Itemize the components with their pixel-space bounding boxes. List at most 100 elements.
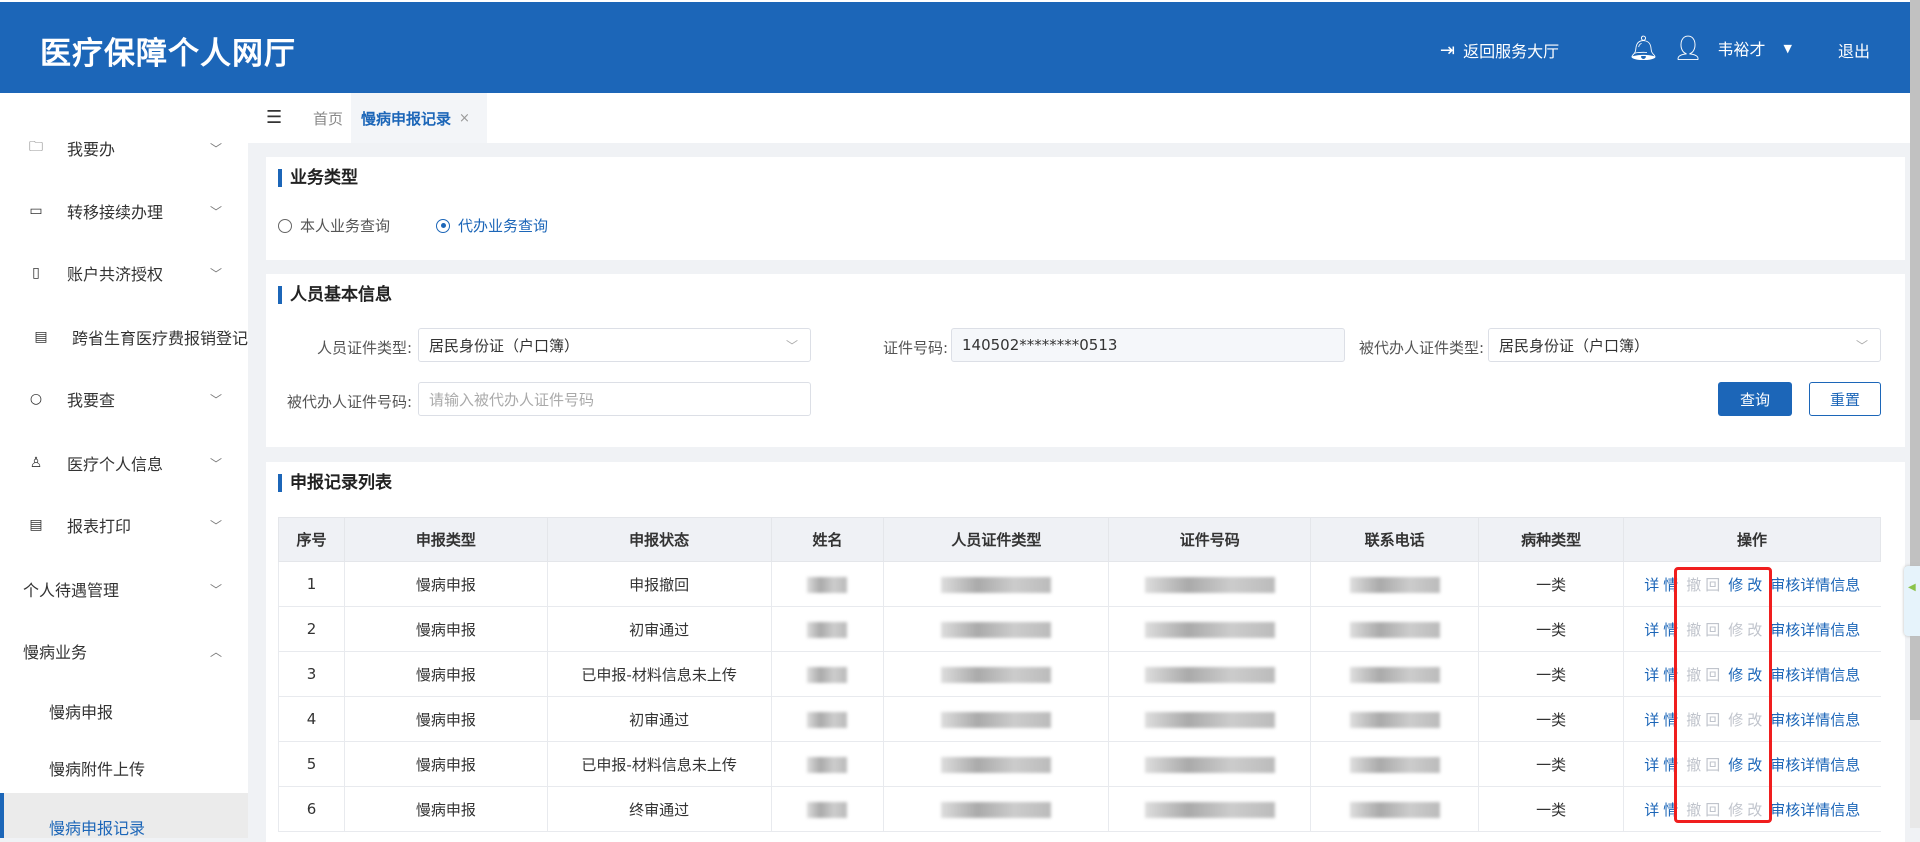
- withdraw-link[interactable]: 撤回: [1686, 621, 1724, 639]
- table-cell: [883, 696, 1109, 742]
- back-to-hall-link[interactable]: ⇥ 返回服务大厅: [1440, 38, 1559, 62]
- cert-type-select[interactable]: 居民身份证（户口簿） ﹀: [418, 328, 811, 362]
- detail-link[interactable]: 详情: [1644, 711, 1682, 729]
- table-cell: 4: [278, 696, 345, 742]
- redacted-value: [1349, 666, 1440, 683]
- sidebar-item-transfer[interactable]: ▭ 转移接续办理 ﹀: [0, 186, 248, 236]
- redacted-value: [941, 756, 1052, 773]
- detail-link[interactable]: 详情: [1644, 801, 1682, 819]
- sidebar-item-query[interactable]: ○ 我要查 ﹀: [0, 374, 248, 424]
- detail-link[interactable]: 详情: [1644, 666, 1682, 684]
- redacted-value: [1349, 801, 1440, 818]
- chevron-down-icon: ﹀: [210, 456, 223, 471]
- sidebar-item-todo[interactable]: 🗀 我要办 ﹀: [0, 123, 248, 173]
- edit-link[interactable]: 修改: [1728, 666, 1766, 684]
- table-cell: [883, 786, 1109, 832]
- edit-link[interactable]: 修改: [1728, 711, 1766, 729]
- close-icon[interactable]: ×: [459, 111, 470, 126]
- sidebar-item-report-print[interactable]: ▤ 报表打印 ﹀: [0, 500, 248, 550]
- table-row: 6 慢病申报 终审通过 一类 详情 撤回 修改 审核详情信息: [278, 786, 1881, 832]
- table-row: 1 慢病申报 申报撤回 一类 详情 撤回 修改 审核详情信息: [278, 561, 1881, 607]
- sidebar-label: 我要办: [67, 140, 116, 159]
- folder-check-icon: 🗀: [29, 139, 43, 155]
- withdraw-link[interactable]: 撤回: [1686, 756, 1724, 774]
- table-cell: [1108, 651, 1311, 697]
- sidebar-label: 我要查: [67, 391, 116, 410]
- select-value: 居民身份证（户口簿）: [429, 336, 580, 355]
- table-cell: 详情 撤回 修改 审核详情信息: [1623, 786, 1881, 832]
- apply-status: 已申报-材料信息未上传: [581, 665, 737, 684]
- redacted-value: [807, 621, 848, 638]
- tab-label: 慢病申报记录: [361, 109, 452, 128]
- logout-button[interactable]: 退出: [1838, 38, 1870, 62]
- audit-detail-link[interactable]: 审核详情信息: [1770, 801, 1860, 819]
- table-cell: [1310, 741, 1479, 787]
- detail-link[interactable]: 详情: [1644, 621, 1682, 639]
- app-title: 医疗保障个人网厅: [40, 36, 296, 72]
- radio-unchecked[interactable]: [278, 218, 292, 233]
- radio-self-query[interactable]: 本人业务查询: [278, 215, 390, 236]
- sidebar-item-chronic[interactable]: 慢病业务 ︿: [0, 626, 248, 676]
- table-cell: 初审通过: [546, 606, 772, 652]
- audit-detail-link[interactable]: 审核详情信息: [1770, 621, 1860, 639]
- agent-cert-type-select[interactable]: 居民身份证（户口簿） ﹀: [1488, 328, 1881, 362]
- side-float-tab[interactable]: ◀: [1904, 566, 1920, 636]
- sidebar-item-chronic-records[interactable]: 慢病申报记录: [0, 793, 248, 838]
- table-cell: [1310, 561, 1479, 607]
- redacted-value: [1144, 576, 1275, 593]
- sidebar-item-personal-info[interactable]: ♙ 医疗个人信息 ﹀: [0, 438, 248, 488]
- section-title: 人员基本信息: [278, 286, 392, 304]
- tab-chronic-records[interactable]: 慢病申报记录 ×: [351, 93, 487, 143]
- sidebar-label: 账户共济授权: [67, 265, 164, 284]
- edit-link[interactable]: 修改: [1728, 756, 1766, 774]
- withdraw-link[interactable]: 撤回: [1686, 666, 1724, 684]
- apply-status: 初审通过: [629, 620, 690, 639]
- audit-detail-link[interactable]: 审核详情信息: [1770, 666, 1860, 684]
- disease-type: 一类: [1536, 710, 1567, 729]
- radio-label: 代办业务查询: [458, 217, 549, 235]
- detail-link[interactable]: 详情: [1644, 576, 1682, 594]
- sidebar-label: 慢病申报记录: [49, 819, 146, 838]
- edit-link[interactable]: 修改: [1728, 576, 1766, 594]
- edit-link[interactable]: 修改: [1728, 801, 1766, 819]
- withdraw-link[interactable]: 撤回: [1686, 711, 1724, 729]
- audit-detail-link[interactable]: 审核详情信息: [1770, 576, 1860, 594]
- sidebar-item-chronic-upload[interactable]: 慢病附件上传: [0, 743, 248, 793]
- chevron-down-icon: ﹀: [210, 582, 223, 597]
- table-cell: 6: [278, 786, 345, 832]
- monitor-icon: ▭: [29, 203, 43, 219]
- radio-checked[interactable]: [436, 218, 450, 233]
- agent-cert-no-input[interactable]: 请输入被代办人证件号码: [418, 382, 811, 416]
- redacted-value: [941, 576, 1052, 593]
- detail-link[interactable]: 详情: [1644, 756, 1682, 774]
- page-scrollbar[interactable]: [1910, 0, 1920, 828]
- sidebar-label: 转移接续办理: [67, 203, 164, 222]
- sidebar-item-maternity[interactable]: ▤ 跨省生育医疗费报销登记: [0, 312, 248, 362]
- sidebar-item-account-share[interactable]: ▯ 账户共济授权 ﹀: [0, 248, 248, 298]
- table-cell: 慢病申报: [343, 606, 548, 652]
- sidebar-item-chronic-apply[interactable]: 慢病申报: [0, 686, 248, 736]
- table-cell: 已申报-材料信息未上传: [546, 741, 772, 787]
- search-icon: ○: [29, 391, 43, 407]
- radio-agent-query[interactable]: 代办业务查询: [436, 215, 548, 236]
- redacted-value: [1144, 801, 1275, 818]
- table-cell: [770, 561, 884, 607]
- audit-detail-link[interactable]: 审核详情信息: [1770, 711, 1860, 729]
- query-button[interactable]: 查询: [1718, 382, 1792, 416]
- table-cell: 1: [278, 561, 345, 607]
- edit-link[interactable]: 修改: [1728, 621, 1766, 639]
- sidebar-item-benefits[interactable]: 个人待遇管理 ﹀: [0, 564, 248, 614]
- tab-home[interactable]: 首页: [313, 108, 343, 129]
- table-row: 4 慢病申报 初审通过 一类 详情 撤回 修改 审核详情信息: [278, 696, 1881, 742]
- redacted-value: [807, 576, 848, 593]
- apply-type: 慢病申报: [415, 710, 476, 729]
- bell-icon[interactable]: 🔔︎: [1628, 34, 1658, 62]
- audit-detail-link[interactable]: 审核详情信息: [1770, 756, 1860, 774]
- withdraw-link[interactable]: 撤回: [1686, 801, 1724, 819]
- row-number: 4: [306, 710, 317, 728]
- reset-button[interactable]: 重置: [1809, 382, 1881, 416]
- cert-no-input[interactable]: 140502********0513: [951, 328, 1345, 362]
- collapse-menu-icon[interactable]: ☰: [266, 107, 282, 128]
- user-menu[interactable]: 👤︎ 韦裕才 ▼: [1673, 34, 1792, 62]
- withdraw-link[interactable]: 撤回: [1686, 576, 1724, 594]
